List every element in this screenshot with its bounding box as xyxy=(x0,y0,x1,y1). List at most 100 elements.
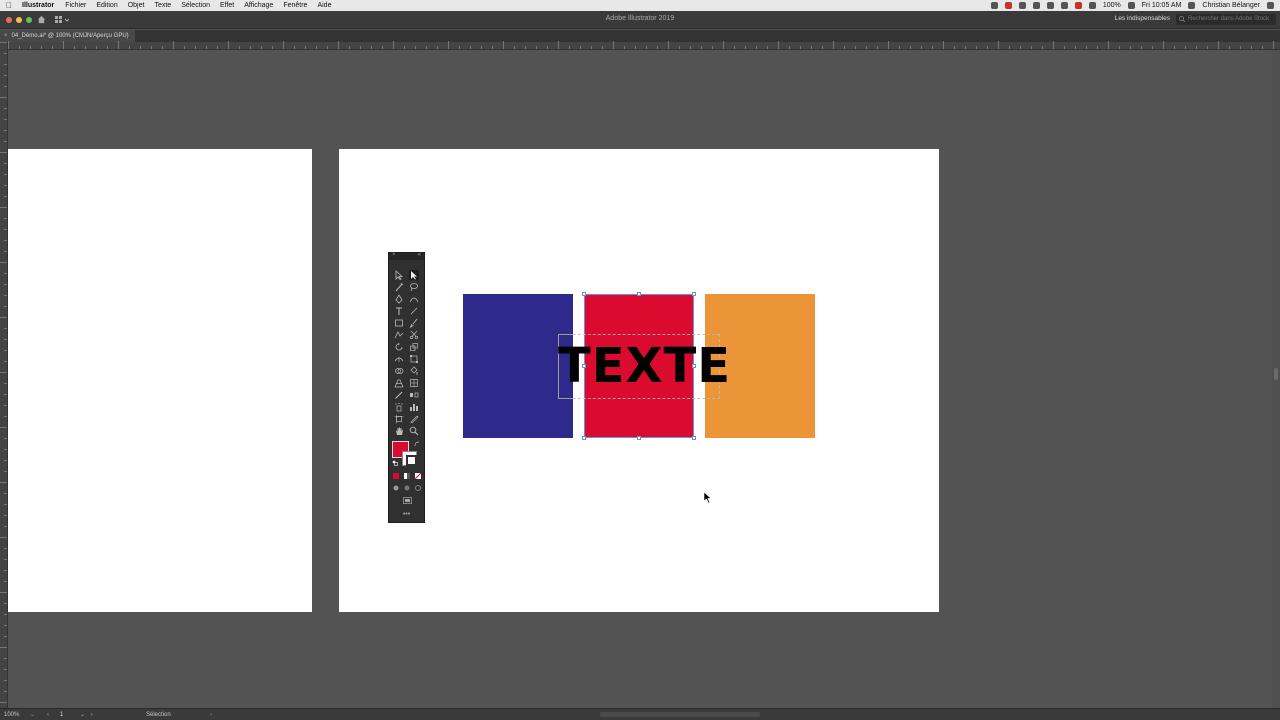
workspace-switcher[interactable]: Les indispensables xyxy=(1115,15,1170,22)
ruler-tick xyxy=(4,119,7,120)
wifi-icon[interactable] xyxy=(1060,2,1068,9)
status-menu-icon[interactable]: › xyxy=(210,709,212,720)
selection-tool-icon[interactable] xyxy=(394,270,404,280)
record-icon[interactable] xyxy=(990,2,998,9)
notification-center-icon[interactable] xyxy=(1267,2,1274,9)
ruler-tick xyxy=(1196,46,1197,49)
horizontal-scrollbar[interactable] xyxy=(600,712,760,717)
swap-fill-stroke-icon[interactable] xyxy=(414,441,420,447)
tools-panel-header[interactable]: × « xyxy=(389,252,424,260)
menu-texte[interactable]: Texte xyxy=(149,0,176,11)
document-tab[interactable]: × 04_Démo.ai* @ 100% (CMJN/Aperçu GPU) xyxy=(0,30,135,42)
battery-level[interactable]: 100% xyxy=(1103,0,1121,11)
direct-selection-tool-icon[interactable] xyxy=(409,270,419,280)
menu-fichier[interactable]: Fichier xyxy=(60,0,91,11)
zoom-level[interactable]: 100% xyxy=(4,709,19,720)
selection-handle[interactable] xyxy=(637,292,641,296)
status-mode[interactable]: Sélection xyxy=(146,709,171,720)
keyboard-flag-icon[interactable] xyxy=(1074,2,1082,9)
curvature-tool-icon[interactable] xyxy=(409,294,419,304)
menu-selection[interactable]: Sélection xyxy=(176,0,215,11)
scissors-tool-icon[interactable] xyxy=(409,330,419,340)
eyedropper-tool-icon[interactable] xyxy=(394,390,404,400)
draw-normal-icon[interactable] xyxy=(393,485,399,491)
line-segment-tool-icon[interactable] xyxy=(409,306,419,316)
column-graph-tool-icon[interactable] xyxy=(409,402,419,412)
hand-tool-icon[interactable] xyxy=(394,426,404,436)
gradient-mode-icon[interactable] xyxy=(404,473,410,479)
scale-tool-icon[interactable] xyxy=(409,342,419,352)
ruler-tick xyxy=(448,41,449,49)
lasso-icon[interactable] xyxy=(409,282,419,292)
user-name[interactable]: Christian Bélanger xyxy=(1202,0,1260,11)
screen-mode-icon[interactable] xyxy=(403,497,412,504)
artboard-left[interactable] xyxy=(8,149,312,612)
draw-behind-icon[interactable] xyxy=(404,485,410,491)
free-transform-tool-icon[interactable] xyxy=(409,354,419,364)
none-mode-icon[interactable] xyxy=(415,473,421,479)
slice-tool-icon[interactable] xyxy=(409,414,419,424)
color-mode-icon[interactable] xyxy=(393,473,399,479)
selection-handle[interactable] xyxy=(582,436,586,440)
close-panel-icon[interactable]: × xyxy=(392,252,396,258)
menu-objet[interactable]: Objet xyxy=(123,0,150,11)
draw-inside-icon[interactable] xyxy=(415,485,421,491)
shaper-tool-icon[interactable] xyxy=(394,330,404,340)
stroke-color-swatch[interactable] xyxy=(402,451,417,466)
blue-rectangle[interactable] xyxy=(463,294,573,438)
live-paint-bucket-icon[interactable] xyxy=(409,366,419,376)
paintbrush-tool-icon[interactable] xyxy=(409,318,419,328)
selection-handle[interactable] xyxy=(637,436,641,440)
perspective-grid-tool-icon[interactable] xyxy=(394,378,404,388)
artboard-tool-icon[interactable] xyxy=(394,414,404,424)
default-fill-stroke-icon[interactable] xyxy=(392,460,398,466)
menu-affichage[interactable]: Affichage xyxy=(239,0,278,11)
next-artboard-icon[interactable]: ⌄ › xyxy=(80,709,95,720)
menu-app-name[interactable]: Illustrator xyxy=(18,0,60,11)
selection-handle[interactable] xyxy=(692,292,696,296)
selection-handle[interactable] xyxy=(692,436,696,440)
vertical-ruler[interactable] xyxy=(0,42,8,708)
width-tool-icon[interactable] xyxy=(394,354,404,364)
printer-icon[interactable] xyxy=(1032,2,1040,9)
volume-icon[interactable] xyxy=(1088,2,1096,9)
selection-handle[interactable] xyxy=(582,292,586,296)
ruler-tick xyxy=(0,592,7,593)
edit-toolbar-button[interactable]: ••• xyxy=(389,511,424,518)
menu-fenetre[interactable]: Fenêtre xyxy=(278,0,312,11)
texte-text-object[interactable]: TEXTE xyxy=(558,334,730,399)
close-tab-icon[interactable]: × xyxy=(4,30,8,42)
previous-artboard-icon[interactable]: ‹ xyxy=(47,709,51,720)
menu-edition[interactable]: Edition xyxy=(91,0,122,11)
document-tab-bar: × 04_Démo.ai* @ 100% (CMJN/Aperçu GPU) xyxy=(0,30,1280,42)
clock[interactable]: Fri 10:05 AM xyxy=(1142,0,1182,11)
vertical-scroll-thumb[interactable] xyxy=(1274,368,1278,380)
mesh-tool-icon[interactable] xyxy=(409,378,419,388)
time-machine-icon[interactable] xyxy=(1046,2,1054,9)
rectangle-tool-icon[interactable] xyxy=(394,318,404,328)
cc-icon[interactable] xyxy=(1004,2,1012,9)
menu-effet[interactable]: Effet xyxy=(215,0,239,11)
blend-tool-icon[interactable] xyxy=(409,390,419,400)
ruler-tick xyxy=(228,41,229,49)
rotate-tool-icon[interactable] xyxy=(394,342,404,352)
zoom-tool-icon[interactable] xyxy=(409,426,419,436)
spotlight-icon[interactable] xyxy=(1188,2,1196,9)
horizontal-ruler[interactable] xyxy=(8,41,1280,50)
artboard-number[interactable]: 1 xyxy=(60,709,63,720)
ruler-tick xyxy=(206,46,207,49)
pen-tool-icon[interactable] xyxy=(394,294,404,304)
apple-icon[interactable]:  xyxy=(0,0,18,11)
dropbox-icon[interactable] xyxy=(1018,2,1026,9)
shape-builder-tool-icon[interactable] xyxy=(394,366,404,376)
type-tool-icon[interactable] xyxy=(394,306,404,316)
stock-search-input[interactable]: Rechercher dans Adobe Stock xyxy=(1176,14,1276,25)
canvas[interactable]: TEXTE × « ••• xyxy=(8,50,1272,708)
zoom-dropdown-icon[interactable]: ⌄ xyxy=(30,709,35,720)
symbol-sprayer-tool-icon[interactable] xyxy=(394,402,404,412)
vertical-scrollbar[interactable] xyxy=(1272,50,1280,708)
magic-wand-icon[interactable] xyxy=(394,282,404,292)
menu-aide[interactable]: Aide xyxy=(312,0,336,11)
collapse-panel-icon[interactable]: « xyxy=(418,252,421,258)
battery-icon[interactable] xyxy=(1127,2,1135,9)
